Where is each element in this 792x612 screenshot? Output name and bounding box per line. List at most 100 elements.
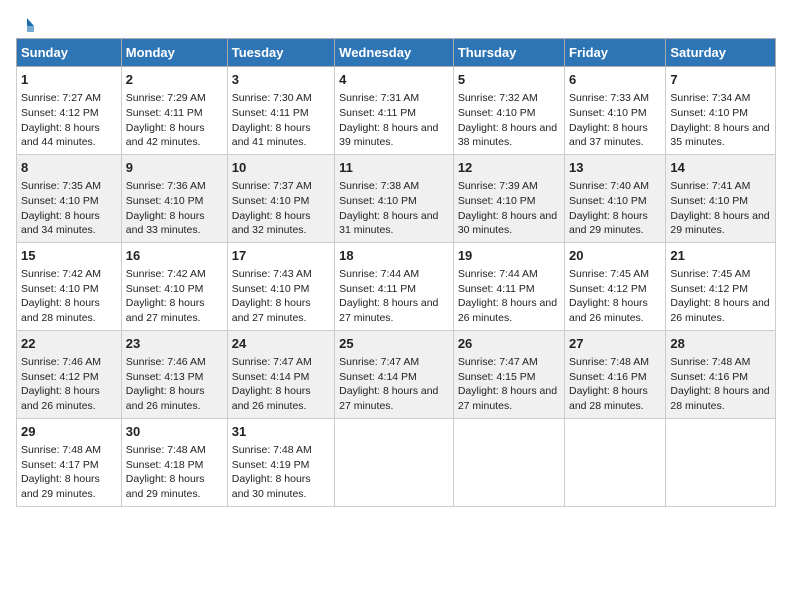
calendar-cell: 29Sunrise: 7:48 AMSunset: 4:17 PMDayligh… bbox=[17, 418, 122, 506]
day-number: 8 bbox=[21, 159, 117, 177]
daylight-text: Daylight: 8 hours and 26 minutes. bbox=[126, 385, 205, 412]
calendar-cell: 4Sunrise: 7:31 AMSunset: 4:11 PMDaylight… bbox=[335, 67, 454, 155]
calendar-cell: 9 Sunrise: 7:36 AM Sunset: 4:10 PM Daylight… bbox=[121, 154, 227, 242]
sunrise-text: Sunrise: 7:30 AM bbox=[232, 92, 312, 104]
calendar-cell: 31Sunrise: 7:48 AMSunset: 4:19 PMDayligh… bbox=[227, 418, 334, 506]
logo bbox=[16, 16, 36, 30]
sunset-text: Sunset: 4:10 PM bbox=[232, 283, 310, 295]
calendar-cell: 18Sunrise: 7:44 AMSunset: 4:11 PMDayligh… bbox=[335, 242, 454, 330]
sunrise-text: Sunrise: 7:33 AM bbox=[569, 92, 649, 104]
daylight-text: Daylight: 8 hours and 26 minutes. bbox=[458, 297, 557, 324]
calendar-cell: 11Sunrise: 7:38 AMSunset: 4:10 PMDayligh… bbox=[335, 154, 454, 242]
sunrise-text: Sunrise: 7:47 AM bbox=[232, 356, 312, 368]
daylight-text: Daylight: 8 hours and 33 minutes. bbox=[126, 210, 205, 237]
sunset-text: Sunset: 4:12 PM bbox=[670, 283, 748, 295]
sunrise-text: Sunrise: 7:48 AM bbox=[126, 444, 206, 456]
daylight-text: Daylight: 8 hours and 27 minutes. bbox=[339, 297, 438, 324]
sunrise-text: Sunrise: 7:44 AM bbox=[458, 268, 538, 280]
sunset-text: Sunset: 4:10 PM bbox=[126, 195, 204, 207]
header-thursday: Thursday bbox=[453, 39, 564, 67]
sunset-text: Sunset: 4:19 PM bbox=[232, 459, 310, 471]
header-friday: Friday bbox=[565, 39, 666, 67]
header-wednesday: Wednesday bbox=[335, 39, 454, 67]
daylight-text: Daylight: 8 hours and 31 minutes. bbox=[339, 210, 438, 237]
day-number: 9 bbox=[126, 159, 223, 177]
day-number: 18 bbox=[339, 247, 449, 265]
daylight-text: Daylight: 8 hours and 44 minutes. bbox=[21, 122, 100, 149]
calendar-week-5: 29 Sunrise: 7:48 AM Sunset: 4:17 PM Dayligh… bbox=[17, 418, 776, 506]
logo-icon bbox=[18, 16, 36, 34]
sunrise-text: Sunrise: 7:48 AM bbox=[569, 356, 649, 368]
sunset-text: Sunset: 4:10 PM bbox=[458, 107, 536, 119]
sunrise-text: Sunrise: 7:29 AM bbox=[126, 92, 206, 104]
sunset-text: Sunset: 4:17 PM bbox=[21, 459, 99, 471]
day-number: 19 bbox=[458, 247, 560, 265]
daylight-text: Daylight: 8 hours and 29 minutes. bbox=[126, 473, 205, 500]
daylight-text: Daylight: 8 hours and 34 minutes. bbox=[21, 210, 100, 237]
sunset-text: Sunset: 4:10 PM bbox=[21, 195, 99, 207]
sunset-text: Sunset: 4:13 PM bbox=[126, 371, 204, 383]
daylight-text: Daylight: 8 hours and 39 minutes. bbox=[339, 122, 438, 149]
day-number: 17 bbox=[232, 247, 330, 265]
day-number: 21 bbox=[670, 247, 771, 265]
daylight-text: Daylight: 8 hours and 26 minutes. bbox=[232, 385, 311, 412]
sunrise-text: Sunrise: 7:27 AM bbox=[21, 92, 101, 104]
sunset-text: Sunset: 4:14 PM bbox=[339, 371, 417, 383]
day-number: 3 bbox=[232, 71, 330, 89]
header-sunday: Sunday bbox=[17, 39, 122, 67]
day-number: 10 bbox=[232, 159, 330, 177]
sunset-text: Sunset: 4:18 PM bbox=[126, 459, 204, 471]
daylight-text: Daylight: 8 hours and 30 minutes. bbox=[458, 210, 557, 237]
sunrise-text: Sunrise: 7:35 AM bbox=[21, 180, 101, 192]
day-number: 1 bbox=[21, 71, 117, 89]
calendar-cell: 1 Sunrise: 7:27 AM Sunset: 4:12 PM Daylight… bbox=[17, 67, 122, 155]
calendar-cell: 6Sunrise: 7:33 AMSunset: 4:10 PMDaylight… bbox=[565, 67, 666, 155]
calendar-cell: 17Sunrise: 7:43 AMSunset: 4:10 PMDayligh… bbox=[227, 242, 334, 330]
daylight-text: Daylight: 8 hours and 27 minutes. bbox=[458, 385, 557, 412]
sunrise-text: Sunrise: 7:48 AM bbox=[232, 444, 312, 456]
day-number: 28 bbox=[670, 335, 771, 353]
daylight-text: Daylight: 8 hours and 41 minutes. bbox=[232, 122, 311, 149]
day-number: 15 bbox=[21, 247, 117, 265]
sunrise-text: Sunrise: 7:43 AM bbox=[232, 268, 312, 280]
calendar-cell: 28Sunrise: 7:48 AMSunset: 4:16 PMDayligh… bbox=[666, 330, 776, 418]
day-number: 25 bbox=[339, 335, 449, 353]
sunrise-text: Sunrise: 7:36 AM bbox=[126, 180, 206, 192]
calendar-cell bbox=[335, 418, 454, 506]
calendar-cell: 30Sunrise: 7:48 AMSunset: 4:18 PMDayligh… bbox=[121, 418, 227, 506]
daylight-text: Daylight: 8 hours and 29 minutes. bbox=[569, 210, 648, 237]
sunrise-text: Sunrise: 7:38 AM bbox=[339, 180, 419, 192]
sunset-text: Sunset: 4:14 PM bbox=[232, 371, 310, 383]
calendar-cell: 10Sunrise: 7:37 AMSunset: 4:10 PMDayligh… bbox=[227, 154, 334, 242]
calendar-table: SundayMondayTuesdayWednesdayThursdayFrid… bbox=[16, 38, 776, 507]
sunset-text: Sunset: 4:10 PM bbox=[569, 107, 647, 119]
calendar-cell: 22Sunrise: 7:46 AMSunset: 4:12 PMDayligh… bbox=[17, 330, 122, 418]
day-number: 11 bbox=[339, 159, 449, 177]
day-number: 5 bbox=[458, 71, 560, 89]
sunrise-text: Sunrise: 7:41 AM bbox=[670, 180, 750, 192]
day-number: 26 bbox=[458, 335, 560, 353]
header bbox=[16, 16, 776, 30]
sunset-text: Sunset: 4:12 PM bbox=[21, 107, 99, 119]
day-number: 29 bbox=[21, 423, 117, 441]
header-saturday: Saturday bbox=[666, 39, 776, 67]
sunrise-text: Sunrise: 7:48 AM bbox=[21, 444, 101, 456]
calendar-cell: 24 Sunrise: 7:47 AM Sunset: 4:14 PM Dayligh… bbox=[227, 330, 334, 418]
day-number: 14 bbox=[670, 159, 771, 177]
sunrise-text: Sunrise: 7:45 AM bbox=[569, 268, 649, 280]
daylight-text: Daylight: 8 hours and 27 minutes. bbox=[126, 297, 205, 324]
day-number: 24 bbox=[232, 335, 330, 353]
calendar-cell: 2Sunrise: 7:29 AMSunset: 4:11 PMDaylight… bbox=[121, 67, 227, 155]
sunrise-text: Sunrise: 7:42 AM bbox=[126, 268, 206, 280]
sunrise-text: Sunrise: 7:34 AM bbox=[670, 92, 750, 104]
daylight-text: Daylight: 8 hours and 30 minutes. bbox=[232, 473, 311, 500]
daylight-text: Daylight: 8 hours and 26 minutes. bbox=[21, 385, 100, 412]
sunset-text: Sunset: 4:10 PM bbox=[458, 195, 536, 207]
daylight-text: Daylight: 8 hours and 28 minutes. bbox=[670, 385, 769, 412]
sunrise-text: Sunrise: 7:31 AM bbox=[339, 92, 419, 104]
calendar-cell: 26Sunrise: 7:47 AMSunset: 4:15 PMDayligh… bbox=[453, 330, 564, 418]
day-number: 12 bbox=[458, 159, 560, 177]
calendar-cell: 19Sunrise: 7:44 AMSunset: 4:11 PMDayligh… bbox=[453, 242, 564, 330]
day-number: 4 bbox=[339, 71, 449, 89]
calendar-cell: 27Sunrise: 7:48 AMSunset: 4:16 PMDayligh… bbox=[565, 330, 666, 418]
